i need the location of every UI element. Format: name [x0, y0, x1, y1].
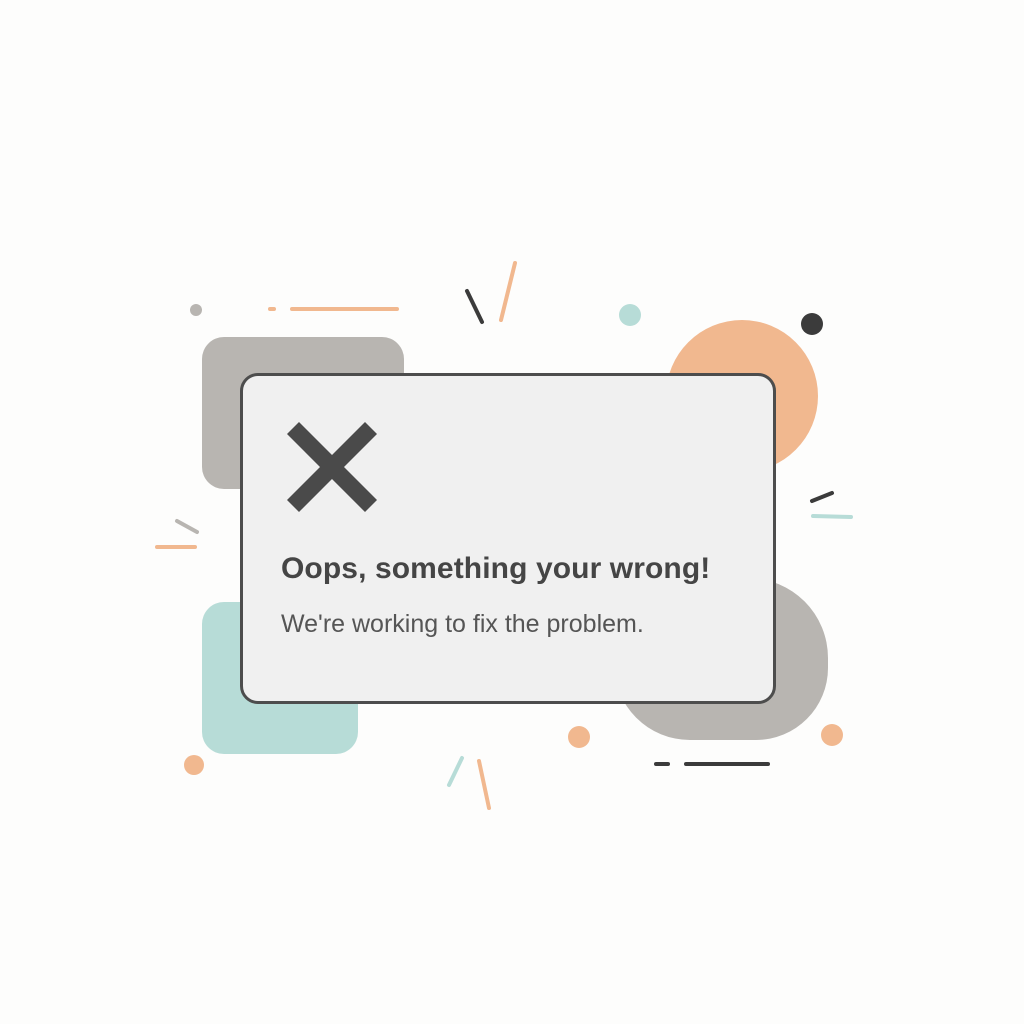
- error-illustration: Oops, something your wrong! We're workin…: [0, 0, 1024, 1024]
- dark-dot: [801, 313, 823, 335]
- dark-spark-line: [810, 491, 834, 503]
- error-message: We're working to fix the problem.: [281, 610, 644, 638]
- error-title: Oops, something your wrong!: [281, 552, 711, 585]
- teal-dot: [619, 304, 641, 326]
- orange-spark-line: [477, 759, 491, 810]
- close-x-icon: [286, 421, 378, 513]
- teal-dash: [811, 514, 853, 519]
- dark-spark-line: [465, 289, 484, 324]
- gray-dot: [190, 304, 202, 316]
- orange-dot: [821, 724, 843, 746]
- teal-spark-line: [447, 756, 464, 787]
- orange-spark-line: [499, 261, 517, 322]
- error-dialog: Oops, something your wrong! We're workin…: [240, 373, 776, 704]
- orange-dot: [568, 726, 590, 748]
- orange-dot: [184, 755, 204, 775]
- gray-spark-line: [175, 519, 199, 534]
